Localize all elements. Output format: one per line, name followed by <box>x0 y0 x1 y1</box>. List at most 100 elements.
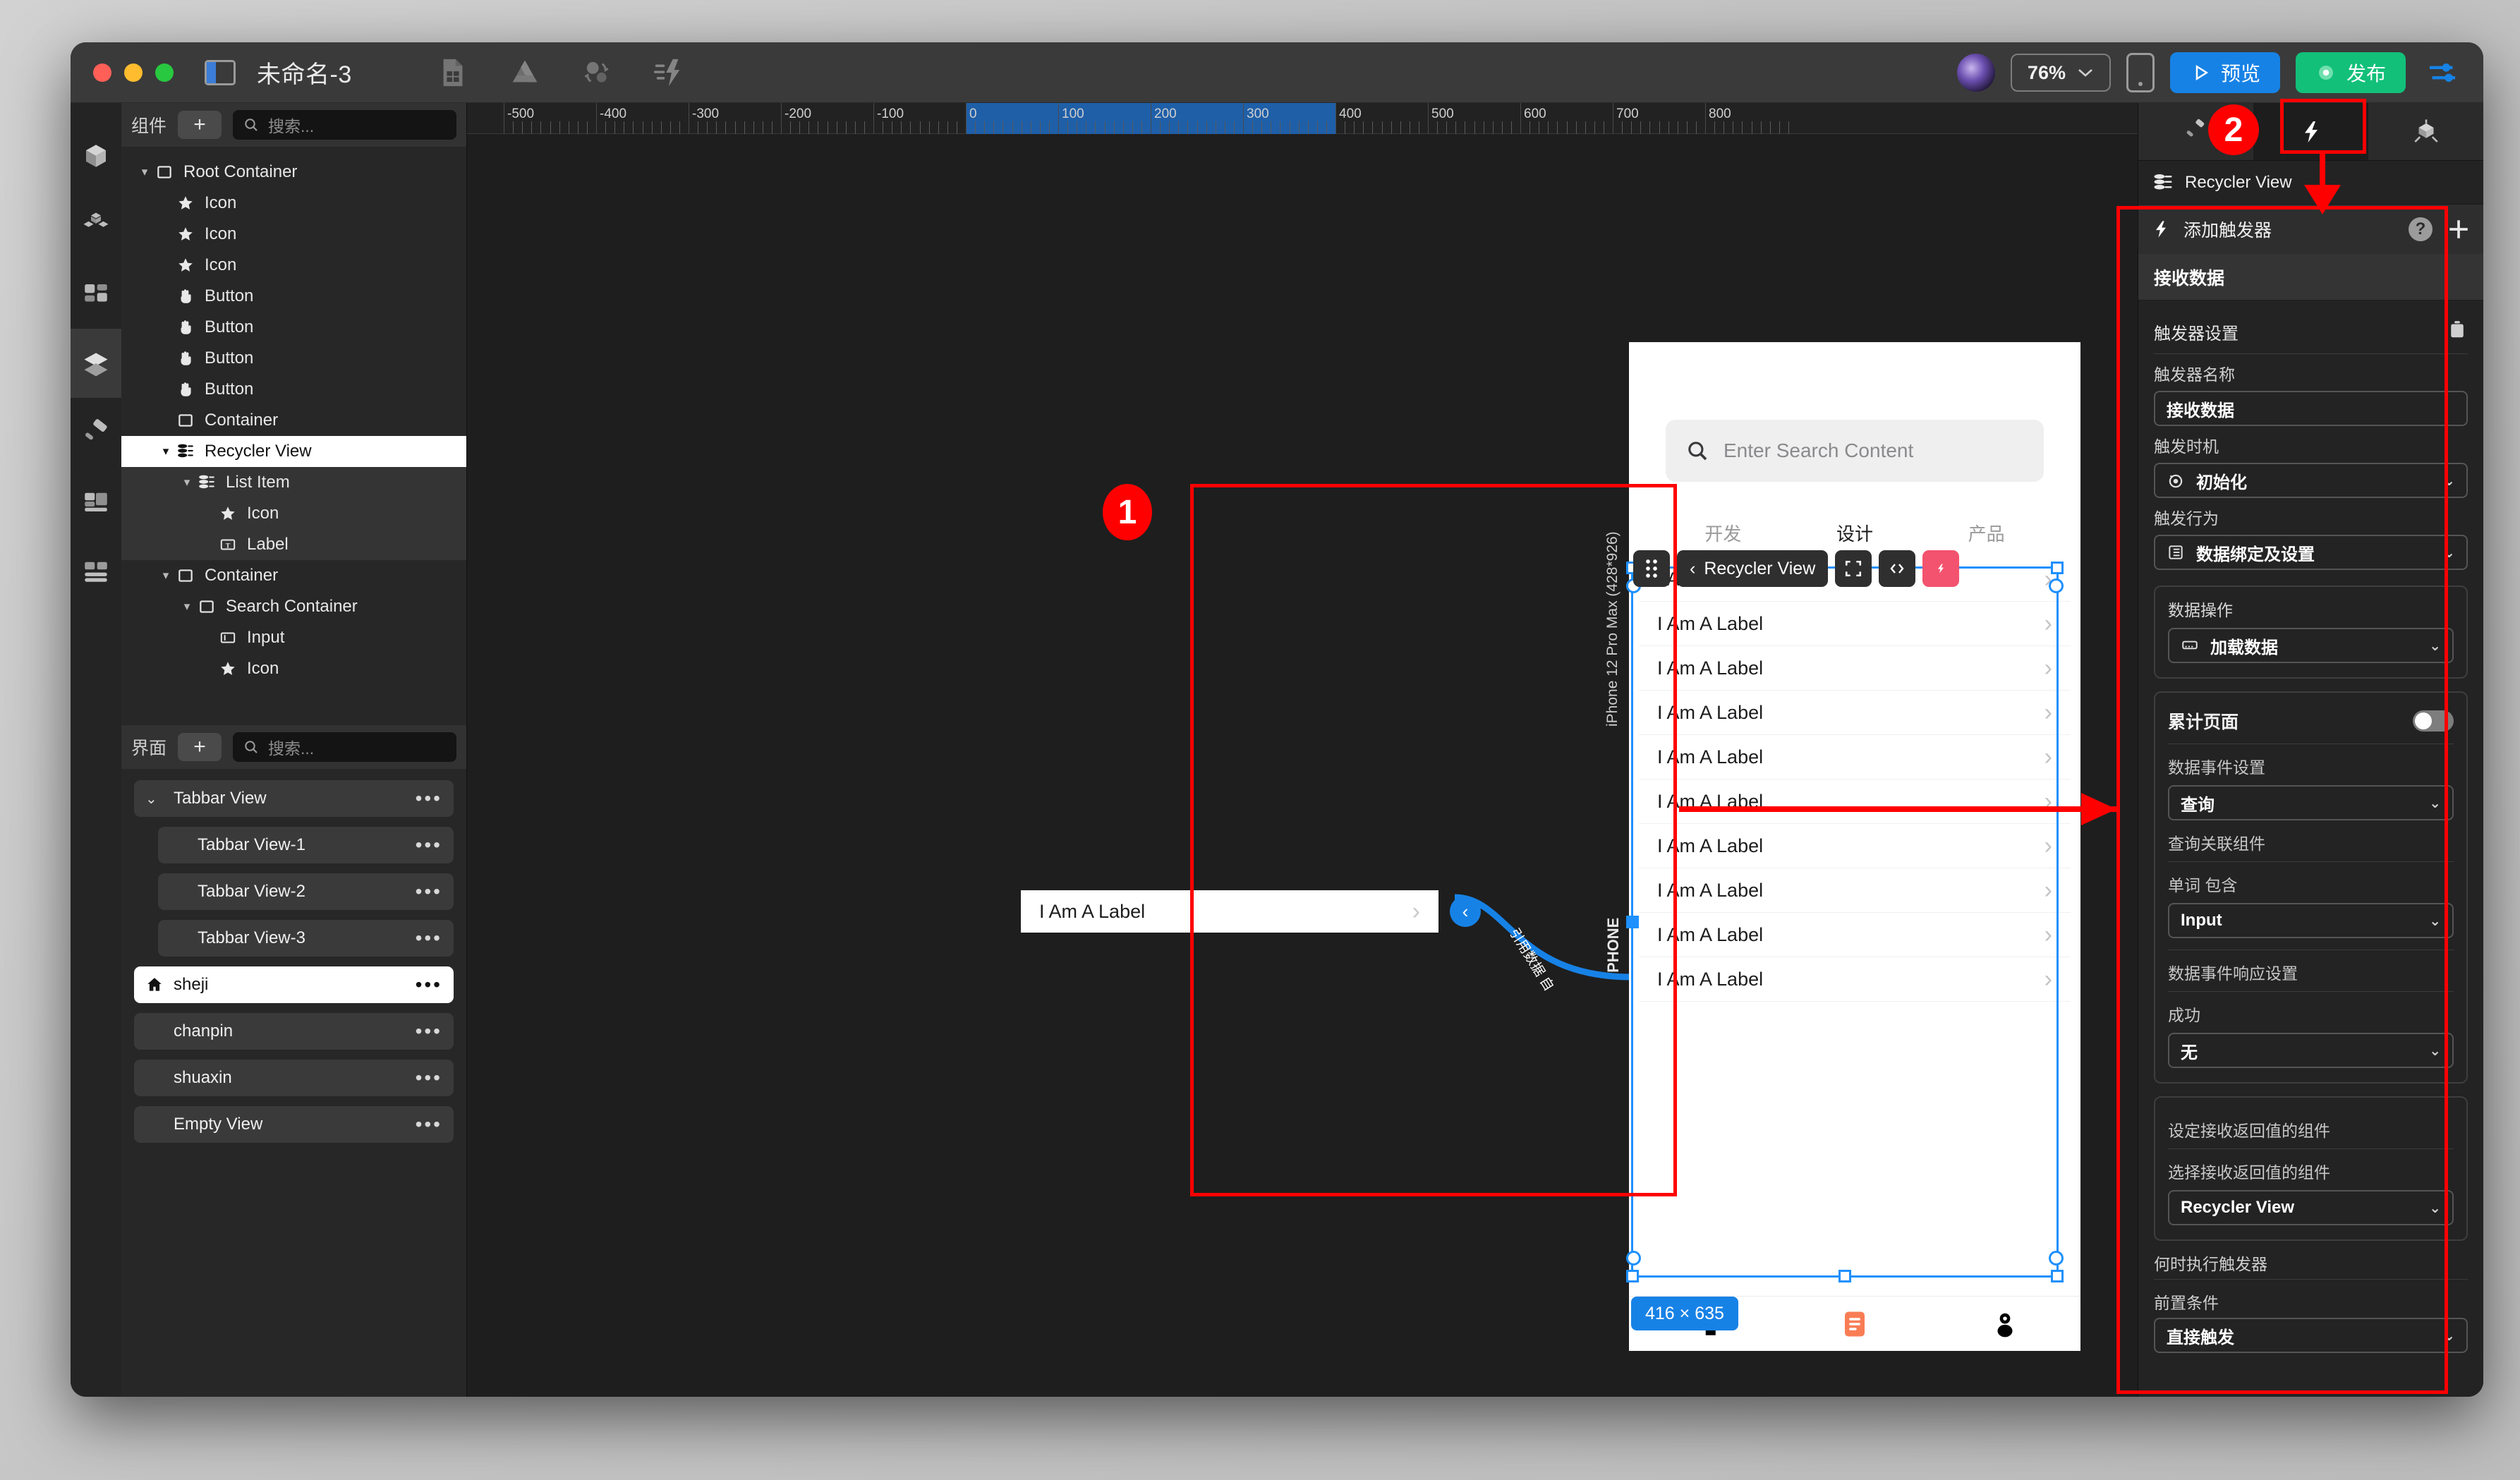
layer-tree-item[interactable]: Container <box>121 405 466 436</box>
maximize-icon[interactable] <box>155 63 174 82</box>
success-select[interactable]: 无 ⌄ <box>2168 1033 2454 1068</box>
cumulative-page-toggle[interactable] <box>2413 710 2454 732</box>
interface-item-menu-button[interactable]: ••• <box>416 928 442 948</box>
floating-label-card[interactable]: I Am A Label › <box>1021 890 1438 933</box>
layer-tree-item[interactable]: ▾ List Item <box>121 467 466 498</box>
layer-tree-item[interactable]: Icon <box>121 219 466 250</box>
tab-trigger[interactable] <box>2253 103 2368 160</box>
list-item[interactable]: I Am A Label› <box>1639 824 2071 868</box>
list-item[interactable]: I Am A Label› <box>1639 646 2071 691</box>
code-view-icon[interactable] <box>1879 550 1916 587</box>
add-component-button[interactable]: + <box>178 111 222 139</box>
spreadsheet-icon[interactable] <box>437 56 469 89</box>
selected-component-breadcrumb[interactable]: ‹ Recycler View <box>1677 550 1829 587</box>
layer-tree-item[interactable]: Icon <box>121 188 466 219</box>
avatar[interactable] <box>1956 54 1995 92</box>
list-item[interactable]: I Am A Label› <box>1639 735 2071 780</box>
add-interface-button[interactable]: + <box>178 733 222 761</box>
phone-tab-2[interactable]: 产品 <box>1920 520 2052 546</box>
layer-tree-item[interactable]: Button <box>121 343 466 374</box>
minimize-icon[interactable] <box>124 63 143 82</box>
zoom-level-select[interactable]: 76% <box>2010 54 2111 92</box>
sync-icon[interactable] <box>581 56 613 89</box>
rail-brush-icon[interactable] <box>71 398 121 467</box>
interface-item-menu-button[interactable]: ••• <box>416 789 442 808</box>
cumulative-page-row[interactable]: 累计页面 <box>2168 703 2454 744</box>
phone-segment-tabs[interactable]: 开发 设计 产品 <box>1657 520 2052 546</box>
layer-tree-item[interactable]: ▾ Recycler View <box>121 436 466 467</box>
interface-list-item[interactable]: Tabbar View-3 ••• <box>158 920 454 957</box>
list-item[interactable]: I Am A Label› <box>1639 780 2071 824</box>
trigger-timing-select[interactable]: 初始化 ⌄ <box>2154 463 2468 498</box>
interface-item-menu-button[interactable]: ••• <box>416 835 442 855</box>
interface-item-menu-button[interactable]: ••• <box>416 1021 442 1041</box>
caret-down-icon[interactable]: ▾ <box>179 475 195 490</box>
layer-tree-item[interactable]: ▾ Container <box>121 560 466 591</box>
canvas-floating-toolbar[interactable]: ‹ Recycler View <box>1633 550 1960 587</box>
rail-list-layout-icon[interactable] <box>71 536 121 605</box>
delete-trigger-button[interactable] <box>2447 319 2468 345</box>
precondition-select[interactable]: 直接触发 ⌄ <box>2154 1318 2468 1353</box>
layer-tree-item[interactable]: Input <box>121 622 466 653</box>
interface-item-menu-button[interactable]: ••• <box>416 882 442 902</box>
right-panel-tabs[interactable] <box>2138 103 2483 161</box>
phone-search-field[interactable]: Enter Search Content <box>1666 420 2044 482</box>
quick-flash-icon[interactable] <box>653 56 685 89</box>
trigger-name-input[interactable]: 接收数据 <box>2154 391 2468 426</box>
rail-grid-icon[interactable] <box>71 260 121 329</box>
interface-item-menu-button[interactable]: ••• <box>416 1068 442 1088</box>
layer-tree-item[interactable]: Button <box>121 374 466 405</box>
interface-search-input[interactable]: 搜索... <box>233 732 456 762</box>
interface-list-item[interactable]: ⌄ Tabbar View ••• <box>134 780 454 817</box>
interface-item-menu-button[interactable]: ••• <box>416 1115 442 1134</box>
layer-tree-item[interactable]: T Label <box>121 529 466 560</box>
fit-to-screen-icon[interactable] <box>1835 550 1872 587</box>
layer-tree-item[interactable]: ▾ Root Container <box>121 157 466 188</box>
list-item[interactable]: I Am A Label› <box>1639 957 2071 1002</box>
help-icon[interactable]: ? <box>2409 217 2433 241</box>
caret-down-icon[interactable]: ▾ <box>179 600 195 614</box>
select-return-component-select[interactable]: Recycler View ⌄ <box>2168 1190 2454 1225</box>
close-icon[interactable] <box>93 63 111 82</box>
recycler-view-list[interactable]: I Am A Label › I Am A Label › I Am A Label › I… <box>1639 557 2071 1270</box>
interface-list-item[interactable]: Empty View ••• <box>134 1106 454 1143</box>
rail-layout-icon[interactable] <box>71 467 121 536</box>
trigger-behavior-select[interactable]: 数据绑定及设置 ⌄ <box>2154 535 2468 570</box>
list-item[interactable]: I Am A Label› <box>1639 868 2071 913</box>
sidebar-toggle-icon[interactable] <box>205 59 236 85</box>
rail-components-group-icon[interactable] <box>71 190 121 260</box>
list-item[interactable]: I Am A Label› <box>1639 913 2071 957</box>
device-preview-icon[interactable] <box>2126 53 2155 92</box>
trigger-settings-scroll[interactable]: 添加触发器 ? 接收数据 触发器设置 触发器名称 接收数据 触发时机 初始化 ⌄… <box>2138 205 2483 1397</box>
drag-handle-icon[interactable] <box>1633 550 1670 587</box>
rail-layers-icon[interactable] <box>71 329 121 398</box>
caret-down-icon[interactable]: ▾ <box>137 165 152 179</box>
interface-item-menu-button[interactable]: ••• <box>416 975 442 995</box>
canvas-area[interactable]: -500 -400 -300 -200 -100 0 100 200 300 400 500 600 7… <box>467 103 2138 1397</box>
tabbar-profile-icon[interactable] <box>1930 1309 2080 1339</box>
caret-down-icon[interactable]: ▾ <box>158 569 174 583</box>
artboard-iphone[interactable]: Enter Search Content 开发设计产品 I Am A Label… <box>1629 342 2080 1351</box>
caret-down-icon[interactable]: ▾ <box>158 444 174 459</box>
data-event-setting-select[interactable]: 查询 ⌄ <box>2168 785 2454 820</box>
word-contains-select[interactable]: Input ⌄ <box>2168 903 2454 938</box>
phone-tab-0[interactable]: 开发 <box>1657 520 1789 546</box>
drive-triangle-icon[interactable] <box>509 56 541 89</box>
interface-list-item[interactable]: Tabbar View-1 ••• <box>158 827 454 863</box>
layer-tree-item[interactable]: Icon <box>121 653 466 684</box>
data-operation-select[interactable]: 加载数据 ⌄ <box>2168 628 2454 663</box>
interface-list-item[interactable]: chanpin ••• <box>134 1013 454 1050</box>
list-item[interactable]: I Am A Label› <box>1639 691 2071 735</box>
rail-component-icon[interactable] <box>71 121 121 190</box>
interface-list-item[interactable]: shuaxin ••• <box>134 1060 454 1096</box>
tabbar-document-icon[interactable] <box>1779 1309 1930 1339</box>
layer-tree[interactable]: ▾ Root Container Icon Icon Icon Button Button B… <box>121 147 466 725</box>
layer-tree-item[interactable]: Icon <box>121 498 466 529</box>
add-trigger-plus-icon[interactable] <box>2447 217 2471 241</box>
layer-tree-item[interactable]: Button <box>121 312 466 343</box>
interface-list-item[interactable]: Tabbar View-2 ••• <box>158 873 454 910</box>
components-search-input[interactable]: 搜索... <box>233 110 456 140</box>
settings-sliders-button[interactable] <box>2421 52 2464 93</box>
layer-tree-item[interactable]: ▾ Search Container <box>121 591 466 622</box>
phone-tab-1[interactable]: 设计 <box>1789 520 1921 546</box>
